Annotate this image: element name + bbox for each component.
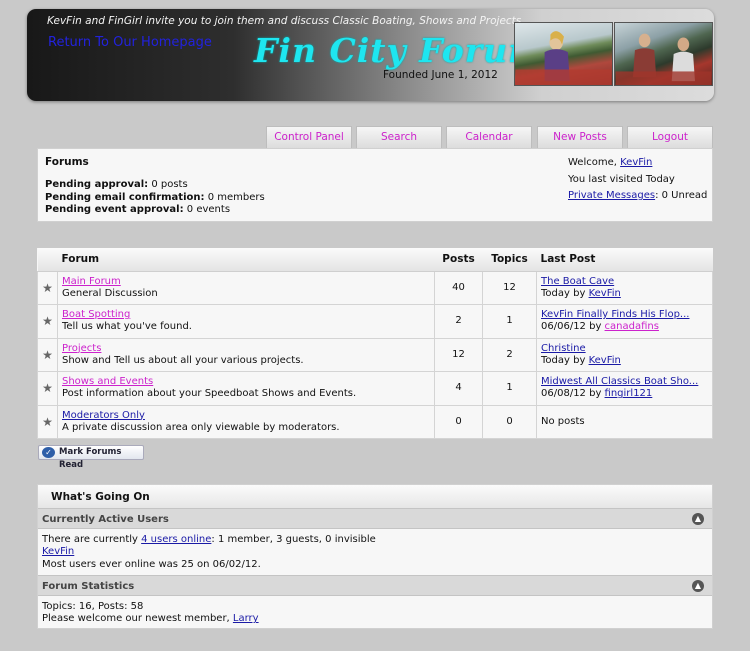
forum-status-icon: ★ <box>37 371 58 406</box>
forum-logo-title: Fin City Forum <box>254 31 545 70</box>
collapse-icon[interactable]: ▲ <box>692 513 704 525</box>
forum-link-moderators[interactable]: Moderators Only <box>62 410 145 421</box>
stats-counts: Topics: 16, Posts: 58 <box>42 601 144 612</box>
tab-logout[interactable]: Logout <box>627 126 713 148</box>
forum-cell: Moderators Only A private discussion area… <box>57 404 435 439</box>
whats-going-on-panel: What's Going On Currently Active Users ▲… <box>37 484 713 629</box>
return-homepage-link[interactable]: Return To Our Homepage <box>48 35 212 50</box>
tab-new-posts[interactable]: New Posts <box>537 126 623 148</box>
forum-status-icon: ★ <box>37 270 58 305</box>
header-last-post: Last Post <box>536 248 713 272</box>
pm-count: : 0 Unread <box>655 190 708 201</box>
last-post-user-link[interactable]: fingirl121 <box>605 388 653 399</box>
forum-link-projects[interactable]: Projects <box>62 343 101 354</box>
posts-count: 40 <box>434 270 483 305</box>
last-post-user-link[interactable]: KevFin <box>589 288 621 299</box>
header-photo-1 <box>514 22 613 86</box>
header-forum: Forum <box>57 248 435 272</box>
last-post-link[interactable]: Christine <box>541 343 586 354</box>
last-post-cell: Christine Today by KevFin <box>536 337 713 372</box>
header-icon-col <box>37 248 58 272</box>
forum-link-main[interactable]: Main Forum <box>62 276 121 287</box>
header-topics: Topics <box>482 248 537 272</box>
forum-desc: Tell us what you've found. <box>62 321 192 333</box>
active-users-header: Currently Active Users ▲ <box>38 508 712 529</box>
forum-table: Forum Posts Topics Last Post ★ Main Foru… <box>37 248 713 439</box>
table-row: ★ Shows and Events Post information about… <box>37 371 713 406</box>
welcome-box: Welcome, KevFin You last visited Today P… <box>568 155 707 205</box>
checkmark-icon: ✓ <box>42 447 55 458</box>
users-online-link[interactable]: 4 users online <box>141 534 211 545</box>
forum-statistics-body: Topics: 16, Posts: 58 Please welcome our… <box>42 601 259 625</box>
forum-status-icon: ★ <box>37 404 58 439</box>
last-post-link[interactable]: Midwest All Classics Boat Sho... <box>541 376 698 387</box>
forum-link-boat-spotting[interactable]: Boat Spotting <box>62 309 130 320</box>
mark-forums-read-button[interactable]: ✓ Mark Forums Read <box>38 445 144 470</box>
topics-count: 2 <box>482 337 537 372</box>
forum-cell: Projects Show and Tell us about all your … <box>57 337 435 372</box>
username-link[interactable]: KevFin <box>620 157 652 168</box>
founded-date: Founded June 1, 2012 <box>383 69 498 81</box>
posts-count: 12 <box>434 337 483 372</box>
forum-desc: A private discussion area only viewable … <box>62 421 340 433</box>
private-messages-link[interactable]: Private Messages <box>568 190 655 201</box>
topics-count: 1 <box>482 371 537 406</box>
forum-link-shows-events[interactable]: Shows and Events <box>62 376 153 387</box>
posts-count: 2 <box>434 304 483 339</box>
forum-desc: Show and Tell us about all your various … <box>62 354 304 366</box>
pending-list: Pending approval: 0 posts Pending email … <box>45 179 265 217</box>
last-post-link[interactable]: The Boat Cave <box>541 276 614 287</box>
newest-member-link[interactable]: Larry <box>233 613 259 624</box>
last-post-cell: Midwest All Classics Boat Sho... 06/08/12… <box>536 371 713 406</box>
panel-title: Forums <box>45 156 89 168</box>
last-post-user-link[interactable]: KevFin <box>589 355 621 366</box>
table-row: ★ Main Forum General Discussion 40 12 The… <box>37 270 713 305</box>
collapse-icon[interactable]: ▲ <box>692 580 704 592</box>
welcome-text: Welcome, <box>568 157 617 168</box>
mark-forums-read-label: Mark Forums Read <box>59 447 122 470</box>
forum-cell: Main Forum General Discussion <box>57 270 435 305</box>
site-header: KevFin and FinGirl invite you to join th… <box>27 9 714 101</box>
pending-email-confirmation: Pending email confirmation: 0 members <box>45 191 265 203</box>
table-header-row: Forum Posts Topics Last Post <box>37 248 713 272</box>
header-tagline: KevFin and FinGirl invite you to join th… <box>47 15 525 27</box>
table-row: ★ Boat Spotting Tell us what you've found… <box>37 304 713 339</box>
forum-cell: Shows and Events Post information about y… <box>57 371 435 406</box>
online-member-link[interactable]: KevFin <box>42 546 74 557</box>
forum-status-icon: ★ <box>37 337 58 372</box>
tab-search[interactable]: Search <box>356 126 442 148</box>
forum-cell: Boat Spotting Tell us what you've found. <box>57 304 435 339</box>
topics-count: 0 <box>482 404 537 439</box>
posts-count: 4 <box>434 371 483 406</box>
topics-count: 1 <box>482 304 537 339</box>
last-post-cell: The Boat Cave Today by KevFin <box>536 270 713 305</box>
header-posts: Posts <box>434 248 483 272</box>
last-post-cell: KevFin Finally Finds His Flop... 06/06/12… <box>536 304 713 339</box>
last-post-cell: No posts <box>536 404 713 439</box>
whats-going-on-title: What's Going On <box>38 485 712 508</box>
forum-statistics-header: Forum Statistics ▲ <box>38 575 712 596</box>
forum-desc: Post information about your Speedboat Sh… <box>62 388 357 400</box>
forum-desc: General Discussion <box>62 287 158 299</box>
tab-calendar[interactable]: Calendar <box>446 126 532 148</box>
forum-status-icon: ★ <box>37 304 58 339</box>
tab-control-panel[interactable]: Control Panel <box>266 126 352 148</box>
last-post-user-link[interactable]: canadafins <box>605 321 659 332</box>
header-photo-2 <box>614 22 713 86</box>
topics-count: 12 <box>482 270 537 305</box>
forums-info-panel: Forums Pending approval: 0 posts Pending… <box>37 148 713 222</box>
table-row: ★ Projects Show and Tell us about all you… <box>37 337 713 372</box>
table-row: ★ Moderators Only A private discussion ar… <box>37 404 713 439</box>
pending-approval: Pending approval: 0 posts <box>45 179 188 190</box>
posts-count: 0 <box>434 404 483 439</box>
pending-event-approval: Pending event approval: 0 events <box>45 204 231 215</box>
active-users-body: There are currently 4 users online: 1 me… <box>42 534 376 570</box>
most-users-record: Most users ever online was 25 on 06/02/1… <box>42 558 261 570</box>
last-visited-text: You last visited Today <box>568 173 675 185</box>
last-post-link[interactable]: KevFin Finally Finds His Flop... <box>541 309 689 320</box>
